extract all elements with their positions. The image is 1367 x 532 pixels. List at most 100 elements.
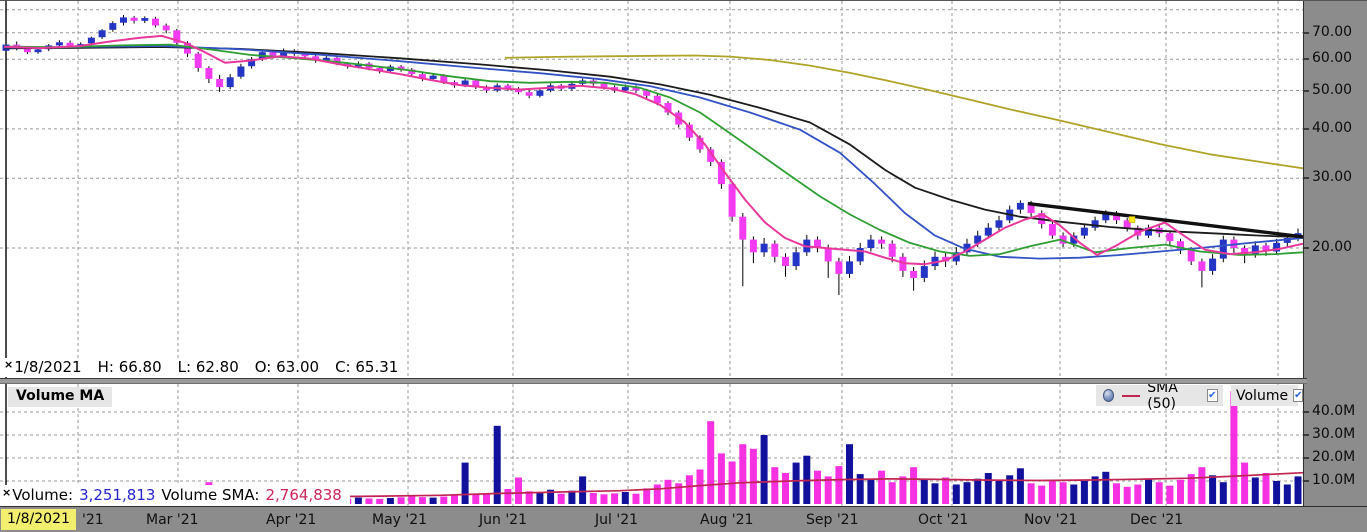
price-pane: ×1/8/2021 H: 66.80 L: 62.80 O: 63.00 C: … [0,1,1303,378]
volume-bar [440,497,447,504]
pink-ma-line [4,36,1303,264]
candle [761,238,768,257]
volume-tick-label: 30.0M [1312,426,1355,442]
volume-ma-title: Volume MA [8,387,112,407]
sma-line-swatch-icon [1122,395,1140,397]
candle [1166,231,1173,246]
candle [131,16,138,24]
candle [515,87,522,94]
volume-bar [1156,482,1163,504]
candle-body [1017,203,1024,210]
charting-app-window: ×1/8/2021 H: 66.80 L: 62.80 O: 63.00 C: … [0,0,1367,532]
volume-bar [867,479,874,504]
volume-pane: Volume MA SMA (50) ✔ Volume ✔ ×Volume: 3… [0,384,1303,506]
candle-body [1220,240,1227,259]
volume-bar [942,478,949,505]
volume-bar [1070,485,1077,505]
indicator-globe-icon[interactable] [1103,389,1114,402]
volume-visibility-checkbox[interactable]: ✔ [1293,389,1303,402]
axis-tick [1304,457,1309,459]
candle-body [996,220,1003,227]
trendline-anchor-marker[interactable] [1129,217,1135,223]
candle-body [1198,261,1205,271]
month-label: Jun '21 [479,512,527,528]
month-label: Apr '21 [266,512,316,528]
olive-ma-line [505,56,1303,169]
volume-bar [665,480,672,504]
volume-bar [1295,476,1302,504]
candle-body [910,271,917,278]
volume-bar [398,497,405,504]
volume-tick-label: 10.0M [1312,472,1355,488]
axis-tick [1304,58,1309,60]
candle-body [1081,228,1088,236]
remove-crosshair-icon[interactable]: × [4,358,13,371]
candle [932,252,939,271]
volume-bar [1124,487,1131,504]
volume-bar [889,482,896,504]
volume-bar [568,491,575,504]
price-axis[interactable]: 70.0060.0050.0040.0030.0020.0040.0M30.0M… [1303,1,1367,506]
volume-bar [697,470,704,505]
candle [216,75,223,92]
ohlc-readout: ×1/8/2021 H: 66.80 L: 62.80 O: 63.00 C: … [2,358,404,377]
candle-body [141,18,148,21]
candle-body [729,184,736,217]
pane-separator[interactable] [0,378,1307,384]
candle-body [889,244,896,257]
volume-bar [387,498,394,504]
price-tick-label: 40.00 [1312,120,1352,136]
month-label: Aug '21 [700,512,753,528]
month-label: Sep '21 [806,512,859,528]
candle-body [1252,245,1259,255]
volume-bar [558,494,565,504]
candle [109,21,116,31]
volume-bar [1273,481,1280,504]
volume-bar [899,476,906,504]
candle [141,16,148,23]
axis-tick [1304,411,1309,413]
candle [536,89,543,98]
remove-volume-icon[interactable]: × [2,486,11,499]
volume-bar [910,467,917,504]
volume-sma-legend: SMA (50) ✔ [1096,385,1223,406]
candle [739,213,746,286]
volume-bar [1028,483,1035,504]
volume-bar [718,453,725,504]
volume-bar [504,489,511,504]
volume-bar [686,475,693,504]
volume-bar [1145,479,1152,504]
selected-date-highlight: 1/8/2021 [1,509,76,530]
candle-body [771,244,778,257]
month-label: Oct '21 [918,512,968,528]
candle [964,239,971,256]
volume-legend-label[interactable]: Volume [1236,388,1288,404]
sma-visibility-checkbox[interactable]: ✔ [1207,389,1218,402]
volume-bar [814,471,821,504]
candle-body [205,68,212,79]
volume-bar [622,492,629,504]
candle [205,66,212,83]
volume-bar [1252,478,1259,505]
candle-body [782,257,789,266]
axis-tick [1304,247,1309,249]
volume-bar [1102,472,1109,504]
time-axis[interactable]: 1/8/2021 '21Mar '21Apr '21May '21Jun '21… [0,506,1367,532]
price-chart-canvas[interactable] [0,1,1303,378]
volume-bar [376,499,383,504]
volume-label: Volume: [12,486,73,504]
volume-bar [1081,481,1088,504]
candle [878,236,885,248]
sma-legend-label[interactable]: SMA (50) [1147,384,1201,412]
candle-body [921,266,928,278]
volume-bar [1049,480,1056,504]
candle-body [601,84,608,87]
candle [771,240,778,262]
axis-tick [1304,177,1309,179]
candle-body [131,18,138,21]
candle-body [622,87,629,90]
candle [1220,236,1227,263]
volume-bar [878,471,885,504]
volume-bar [771,467,778,504]
candle [1081,224,1088,239]
